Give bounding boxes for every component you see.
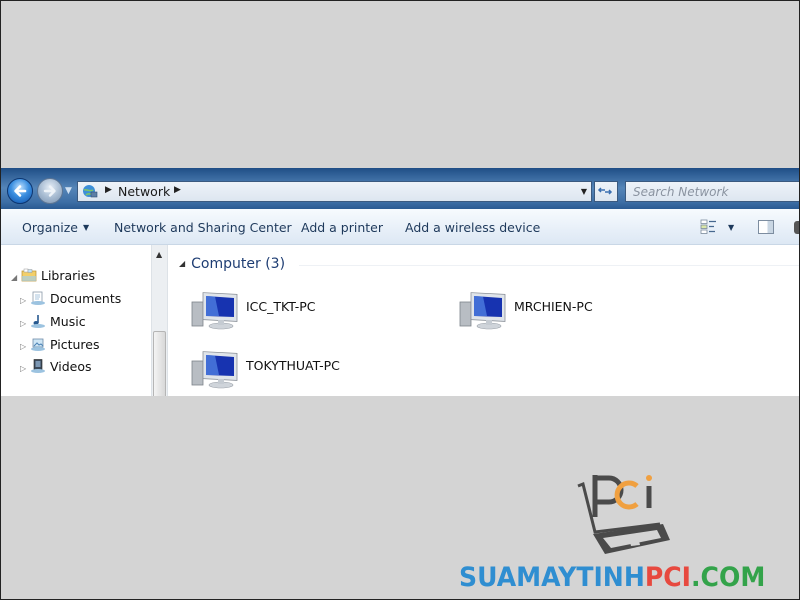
computer-item[interactable]: ICC_TKT-PC xyxy=(191,290,351,332)
explorer-window: ▼ ▶ Network ▶ ▼ Search Network Organize ▼… xyxy=(1,168,799,396)
nav-pane-scrollbar[interactable]: ▲ xyxy=(151,245,168,396)
help-button-partial[interactable] xyxy=(794,221,799,234)
videos-icon xyxy=(31,359,45,373)
search-input[interactable]: Search Network xyxy=(625,181,799,202)
group-divider xyxy=(299,265,799,266)
watermark-brand: SUAMAYTINHPCI.COM xyxy=(459,563,765,593)
breadcrumb-network[interactable]: Network xyxy=(118,184,170,199)
brand-part-pci: PCI xyxy=(644,562,692,593)
arrow-right-icon xyxy=(43,185,56,197)
libraries-icon xyxy=(21,268,37,282)
refresh-icon xyxy=(597,187,613,195)
collapsed-arrow-icon[interactable]: ▷ xyxy=(20,342,30,351)
computer-icon xyxy=(191,351,238,389)
scrollbar-thumb[interactable] xyxy=(153,331,166,396)
organize-button[interactable]: Organize ▼ xyxy=(22,220,89,235)
collapsed-arrow-icon[interactable]: ▷ xyxy=(20,319,30,328)
forward-button[interactable] xyxy=(37,178,63,204)
network-sharing-center-button[interactable]: Network and Sharing Center xyxy=(114,220,292,235)
chevron-down-icon[interactable]: ▼ xyxy=(581,187,587,196)
pictures-label: Pictures xyxy=(50,337,100,352)
arrow-left-icon xyxy=(14,185,27,197)
nav-item-libraries[interactable]: ◢ Libraries xyxy=(11,268,95,283)
organize-label: Organize xyxy=(22,220,78,235)
nav-item-music[interactable]: ▷ Music xyxy=(20,314,86,329)
computer-name: MRCHIEN-PC xyxy=(514,299,593,314)
chevron-down-icon: ▼ xyxy=(83,223,90,232)
breadcrumb-separator-icon[interactable]: ▶ xyxy=(105,185,112,195)
view-options-dropdown[interactable]: ▼ xyxy=(728,223,734,232)
address-input[interactable]: ▶ Network ▶ ▼ xyxy=(77,181,592,202)
preview-pane-button[interactable] xyxy=(758,220,774,234)
refresh-button[interactable] xyxy=(594,181,618,202)
command-bar: Organize ▼ Network and Sharing Center Add… xyxy=(1,209,799,245)
computer-name: TOKYTHUAT-PC xyxy=(246,358,340,373)
expanded-arrow-icon[interactable]: ◢ xyxy=(11,273,21,282)
computer-name: ICC_TKT-PC xyxy=(246,299,316,314)
recent-pages-dropdown[interactable]: ▼ xyxy=(65,186,72,196)
videos-label: Videos xyxy=(50,359,92,374)
computer-icon xyxy=(191,292,238,330)
collapsed-arrow-icon[interactable]: ▷ xyxy=(20,364,30,373)
music-icon xyxy=(31,315,45,328)
collapsed-arrow-icon[interactable]: ▷ xyxy=(20,296,30,305)
documents-icon xyxy=(31,291,45,305)
add-printer-button[interactable]: Add a printer xyxy=(301,220,383,235)
collapse-group-icon[interactable]: ◢ xyxy=(179,259,185,268)
change-view-icon[interactable] xyxy=(700,219,718,234)
navigation-pane: ◢ Libraries ▷ Documents ▷ Music ▷ Pictures ▷… xyxy=(1,245,151,396)
group-header-computer[interactable]: ◢ Computer (3) xyxy=(179,256,285,272)
network-icon xyxy=(83,185,98,198)
content-pane: ◢ Computer (3) ICC_TKT-PC MRCHIEN-PC TOK… xyxy=(169,245,799,396)
group-label: Computer (3) xyxy=(191,256,286,272)
pictures-icon xyxy=(31,338,45,351)
nav-item-videos[interactable]: ▷ Videos xyxy=(20,359,92,374)
back-button[interactable] xyxy=(7,178,33,204)
brand-part-suamaytinh: SUAMAYTINH xyxy=(459,562,645,593)
add-wireless-device-button[interactable]: Add a wireless device xyxy=(405,220,540,235)
brand-part-com: .COM xyxy=(691,562,766,593)
music-label: Music xyxy=(50,314,86,329)
libraries-label: Libraries xyxy=(41,268,95,283)
computer-item[interactable]: MRCHIEN-PC xyxy=(459,290,619,332)
nav-item-documents[interactable]: ▷ Documents xyxy=(20,291,121,306)
computer-icon xyxy=(459,292,506,330)
scroll-up-arrow-icon[interactable]: ▲ xyxy=(156,250,162,259)
computer-item[interactable]: TOKYTHUAT-PC xyxy=(191,349,351,391)
breadcrumb-separator-icon[interactable]: ▶ xyxy=(174,185,181,195)
search-placeholder: Search Network xyxy=(633,185,729,199)
pci-logo xyxy=(577,475,670,554)
nav-item-pictures[interactable]: ▷ Pictures xyxy=(20,337,100,352)
address-bar-area: ▼ ▶ Network ▶ ▼ Search Network xyxy=(1,168,799,209)
documents-label: Documents xyxy=(50,291,122,306)
